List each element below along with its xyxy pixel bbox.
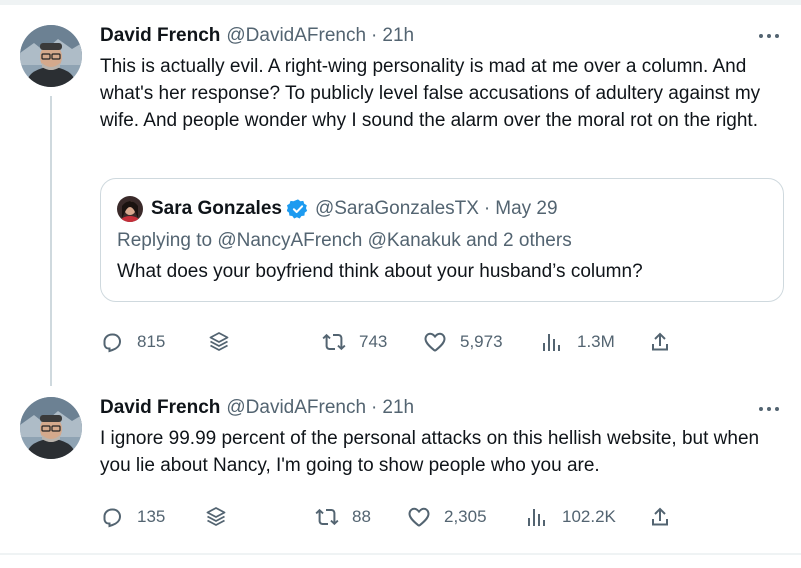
tweet-header: David French @DavidAFrench · 21h [100, 24, 414, 48]
author-name[interactable]: David French [100, 397, 220, 419]
thread-line [50, 96, 52, 386]
header-separator: · [371, 397, 378, 418]
quote-separator: · [483, 198, 491, 219]
verified-badge-icon [286, 199, 308, 219]
reply-count: 135 [137, 507, 166, 526]
stack-button[interactable] [207, 327, 231, 357]
author-name[interactable]: David French [100, 25, 220, 47]
tweet-text: I ignore 99.99 percent of the personal a… [100, 428, 760, 476]
header-separator: · [371, 25, 378, 46]
heart-icon [408, 507, 430, 527]
reply-count: 815 [137, 332, 166, 351]
reply-button[interactable]: 815 [100, 327, 165, 357]
like-button[interactable]: 2,305 [407, 502, 487, 532]
quote-header: Sara Gonzales @SaraGonzalesTX · May 29 [117, 195, 558, 223]
reply-button[interactable]: 135 [100, 502, 165, 532]
action-bar: 815 743 5,973 1.3M [100, 327, 700, 357]
share-button[interactable] [648, 327, 672, 357]
tweet-main[interactable]: David French @DavidAFrench · 21h This is… [0, 0, 801, 386]
retweet-icon [322, 333, 346, 351]
quoted-tweet[interactable]: Sara Gonzales @SaraGonzalesTX · May 29 R… [100, 178, 784, 302]
quote-replying-to: Replying to @NancyAFrench @Kanakuk and 2… [117, 230, 572, 251]
tweet-time[interactable]: 21h [382, 397, 414, 419]
avatar[interactable] [20, 397, 82, 459]
author-handle[interactable]: @DavidAFrench [226, 397, 366, 419]
tweet-text: This is actually evil. A right-wing pers… [100, 56, 761, 131]
more-icon[interactable] [759, 404, 783, 414]
views-button[interactable]: 102.2K [525, 502, 616, 532]
quote-author-name[interactable]: Sara Gonzales [151, 198, 282, 220]
reply-icon [103, 508, 122, 528]
views-button[interactable]: 1.3M [540, 327, 615, 357]
quote-text: What does your boyfriend think about you… [117, 261, 643, 282]
like-count: 5,973 [460, 332, 503, 351]
views-icon [528, 509, 545, 526]
action-bar: 135 88 2,305 102.2K [100, 502, 700, 532]
share-icon [652, 507, 668, 526]
tweet-reply[interactable]: David French @DavidAFrench · 21h I ignor… [0, 385, 801, 553]
more-icon[interactable] [759, 31, 783, 41]
retweet-button[interactable]: 88 [315, 502, 371, 532]
stack-icon [206, 507, 226, 526]
views-count: 102.2K [562, 507, 616, 526]
heart-icon [424, 332, 446, 352]
retweet-button[interactable]: 743 [322, 327, 387, 357]
tweet-time[interactable]: 21h [382, 25, 414, 47]
share-icon [652, 332, 668, 351]
share-button[interactable] [648, 502, 672, 532]
stack-icon [209, 332, 229, 351]
stack-button[interactable] [204, 502, 228, 532]
tweet-header: David French @DavidAFrench · 21h [100, 396, 414, 420]
like-button[interactable]: 5,973 [423, 327, 503, 357]
quote-author-handle[interactable]: @SaraGonzalesTX [315, 198, 479, 220]
avatar[interactable] [20, 25, 82, 87]
views-count: 1.3M [577, 332, 615, 351]
quote-avatar[interactable] [117, 196, 143, 222]
bottom-divider [0, 553, 801, 555]
like-count: 2,305 [444, 507, 487, 526]
retweet-count: 88 [352, 507, 371, 526]
author-handle[interactable]: @DavidAFrench [226, 25, 366, 47]
retweet-count: 743 [359, 332, 388, 351]
views-icon [543, 334, 560, 351]
reply-icon [103, 333, 122, 353]
quote-date[interactable]: May 29 [495, 198, 557, 220]
retweet-icon [315, 508, 339, 526]
